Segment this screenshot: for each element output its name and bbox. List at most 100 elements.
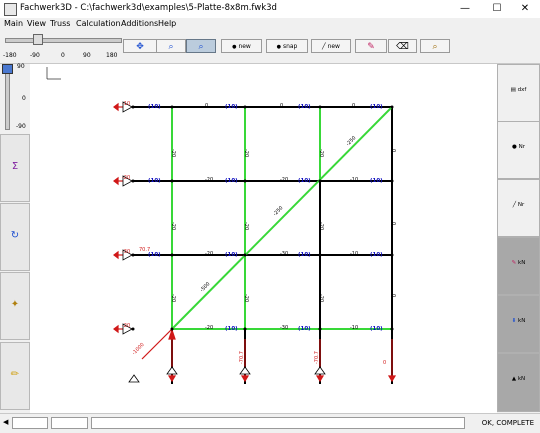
slider-tick: 180 <box>106 52 118 59</box>
new-node-button[interactable]: ● new <box>221 39 262 53</box>
member-id-label: (10) <box>225 326 238 332</box>
tilt-slider-thumb[interactable] <box>2 64 13 74</box>
edit-button[interactable]: ✎ <box>355 39 387 53</box>
member-id-label: (10) <box>225 252 238 258</box>
reaction-value: -10 <box>122 101 130 107</box>
menu-help[interactable]: Help <box>158 19 176 28</box>
arrow-head <box>113 324 119 334</box>
menu-calculation[interactable]: Calculation <box>76 19 121 28</box>
member-id-label: (10) <box>298 252 311 258</box>
menu-truss[interactable]: Truss <box>50 19 70 28</box>
draw-button[interactable]: ✏ <box>0 342 30 410</box>
force-label: -20 <box>205 177 213 183</box>
menu-main[interactable]: Main <box>4 19 23 28</box>
arrow-head <box>387 375 397 383</box>
arrow-head <box>113 176 119 186</box>
member-force-label: kN <box>518 260 526 266</box>
scroll-left-arrow[interactable]: ◀ <box>3 418 8 426</box>
menu-view[interactable]: View <box>27 19 46 28</box>
bottom-supports <box>128 366 326 383</box>
member-number-button[interactable]: ╱ Nr <box>497 179 540 237</box>
load-label: kN <box>518 318 526 324</box>
force-label: 0 <box>390 294 396 297</box>
reaction-value: -70.7 <box>239 351 245 364</box>
zoom-view-button[interactable]: ⌕ <box>420 39 450 53</box>
reaction-value: -30 <box>122 249 130 255</box>
diagonal-label: -250 <box>272 205 284 217</box>
dxf-export-icon: ▤ <box>510 87 516 93</box>
support-symbol <box>166 366 178 375</box>
truss-drawing: -20 -20 -20 0 -20 -20 -20 0 -20 -20 -20 … <box>46 67 397 384</box>
vslider-top-label: 90 <box>17 63 25 70</box>
reaction-value: -20 <box>122 323 130 329</box>
force-label: -10 <box>350 325 358 331</box>
rotation-slider-thumb[interactable] <box>33 34 43 45</box>
support-reaction-button[interactable]: ▲ kN <box>497 353 540 412</box>
zoom-out-icon: ⌕ <box>168 42 174 52</box>
vslider-bottom-label: -90 <box>16 123 26 130</box>
member-id-label: (10) <box>148 104 161 110</box>
member-id-label: (10) <box>298 104 311 110</box>
reaction-label: kN <box>517 376 526 382</box>
support-symbol <box>314 366 326 375</box>
close-button[interactable]: ✕ <box>510 0 540 18</box>
force-label: -20 <box>243 294 249 302</box>
select-button[interactable]: ✦ <box>0 272 30 340</box>
zoom-out-button[interactable]: ⌕ <box>156 39 186 53</box>
minimize-button[interactable]: — <box>450 0 480 18</box>
slider-tick: -180 <box>3 52 17 59</box>
rotation-slider-track[interactable] <box>5 38 122 43</box>
force-label: 0 <box>280 103 283 109</box>
load-button[interactable]: ⬇ kN <box>497 295 540 353</box>
arrow-head <box>113 250 119 260</box>
member-id-label: (10) <box>298 326 311 332</box>
arrow-head <box>167 375 177 383</box>
force-label: -20 <box>170 149 176 157</box>
reaction-value: -20 <box>122 175 130 181</box>
force-label: -20 <box>318 294 324 302</box>
sum-button[interactable]: Σ <box>0 134 30 202</box>
member-id-label: (10) <box>148 178 161 184</box>
rotate-button[interactable]: ↻ <box>0 203 30 271</box>
arrow-head <box>113 102 119 112</box>
delete-button[interactable]: ⌫ <box>388 39 417 53</box>
snap-node-button[interactable]: ● snap <box>266 39 308 53</box>
force-label: -20 <box>170 294 176 302</box>
sum-icon: Σ <box>11 161 19 172</box>
zoom-view-icon: ⌕ <box>432 42 438 52</box>
member-number-icon: ╱ <box>512 202 517 208</box>
force-label: 0 <box>390 222 396 225</box>
force-label: 0 <box>205 103 208 109</box>
arrow-head <box>315 375 325 383</box>
force-label: -30 <box>280 251 288 257</box>
load-icon: ⬇ <box>511 318 517 324</box>
status-field-3 <box>91 417 465 429</box>
maximize-button[interactable]: ☐ <box>482 0 512 18</box>
rotate-icon: ↻ <box>10 230 20 241</box>
tilt-slider-track[interactable] <box>5 68 10 130</box>
force-label: -20 <box>243 149 249 157</box>
truss-canvas[interactable]: -20 -20 -20 0 -20 -20 -20 0 -20 -20 -20 … <box>30 64 497 413</box>
menu-additions[interactable]: Additions <box>121 19 158 28</box>
slider-tick: 0 <box>61 52 65 59</box>
support-reaction-icon: ▲ <box>511 376 517 382</box>
dxf-export-button[interactable]: ▤ dxf <box>497 64 540 122</box>
force-label: -20 <box>280 177 288 183</box>
reaction-value: 70.7 <box>139 247 150 253</box>
move-button[interactable]: ✥ <box>123 39 157 53</box>
member-force-button[interactable]: ✎ kN <box>497 237 540 295</box>
force-label: -10 <box>350 177 358 183</box>
support-symbol <box>239 366 251 375</box>
app-icon <box>4 3 17 16</box>
left-reactions <box>113 102 133 334</box>
new-member-button[interactable]: ╱ new <box>311 39 351 53</box>
zoom-in-button[interactable]: ⌕ <box>186 39 216 53</box>
member-id-label: (10) <box>370 104 383 110</box>
bottom-reactions <box>141 328 397 383</box>
node-number-button[interactable]: ● Nr <box>497 121 540 179</box>
move-icon: ✥ <box>136 42 144 52</box>
slider-tick: -90 <box>30 52 40 59</box>
status-text: OK, COMPLETE <box>481 419 534 427</box>
reaction-value: 0 <box>383 360 386 366</box>
status-field-2 <box>51 417 88 429</box>
